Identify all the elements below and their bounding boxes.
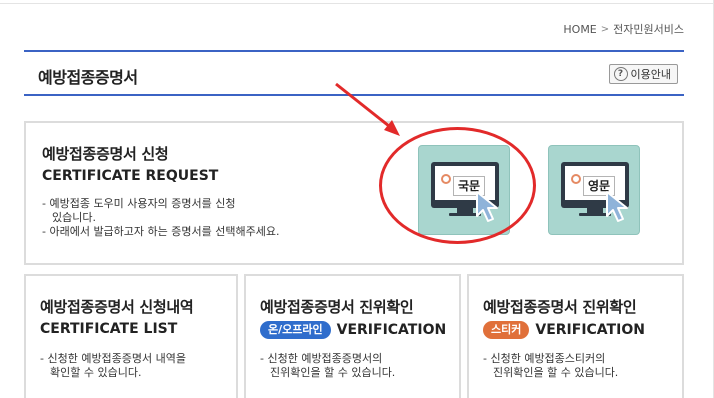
request-desc-line2: - 아래에서 발급하고자 하는 증명서를 선택해주세요. bbox=[42, 225, 280, 238]
page: HOME > 전자민원서비스 예방접종증명서 ? 이용안내 예방접종증명서 신청… bbox=[0, 0, 714, 398]
question-circle-icon: ? bbox=[613, 67, 628, 81]
mouse-cursor-icon bbox=[606, 191, 628, 222]
breadcrumb-home[interactable]: HOME bbox=[563, 23, 596, 36]
card-title-en: CERTIFICATE LIST bbox=[40, 321, 178, 337]
verification-sticker-card[interactable]: 예방접종증명서 진위확인 스티커 VERIFICATION - 신청한 예방접종… bbox=[467, 274, 684, 398]
card-description: - 신청한 예방접종증명서의 진위확인을 할 수 있습니다. bbox=[260, 352, 395, 380]
card-title-ko: 예방접종증명서 신청내역 bbox=[40, 298, 194, 316]
card-title-en: VERIFICATION bbox=[535, 322, 645, 338]
card-description: - 신청한 예방접종스티커의 진위확인을 할 수 있습니다. bbox=[483, 352, 618, 380]
card-desc-line1: - 신청한 예방접종스티커의 bbox=[483, 352, 606, 365]
breadcrumb: HOME > 전자민원서비스 bbox=[563, 21, 684, 37]
breadcrumb-separator: > bbox=[600, 23, 610, 35]
request-description: - 예방접종 도우미 사용자의 증명서를 신청 있습니다. - 아래에서 발급하… bbox=[42, 197, 279, 239]
request-desc-line1b: 있습니다. bbox=[52, 211, 96, 224]
card-desc-line1: - 신청한 예방접종증명서의 bbox=[260, 352, 383, 365]
page-title: 예방접종증명서 bbox=[38, 68, 138, 87]
card-desc-line1: - 신청한 예방접종증명서 내역을 bbox=[40, 352, 187, 365]
card-desc-line2: 진위확인을 할 수 있습니다. bbox=[493, 366, 619, 379]
card-description: - 신청한 예방접종증명서 내역을 확인할 수 있습니다. bbox=[40, 352, 186, 380]
request-desc-line1: - 예방접종 도우미 사용자의 증명서를 신청 bbox=[42, 197, 236, 210]
korean-certificate-button[interactable]: 국문 bbox=[418, 145, 510, 235]
request-title-ko: 예방접종증명서 신청 bbox=[42, 145, 169, 163]
sticker-badge: 스티커 bbox=[483, 321, 530, 339]
card-title-ko: 예방접종증명서 진위확인 bbox=[483, 298, 637, 316]
medal-icon bbox=[571, 174, 581, 184]
guide-button-label: 이용안내 bbox=[630, 68, 671, 81]
card-title-ko: 예방접종증명서 진위확인 bbox=[260, 298, 414, 316]
verification-online-card[interactable]: 예방접종증명서 진위확인 온/오프라인 VERIFICATION - 신청한 예… bbox=[244, 274, 461, 398]
card-desc-line2: 확인할 수 있습니다. bbox=[50, 366, 142, 379]
card-desc-line2: 진위확인을 할 수 있습니다. bbox=[270, 366, 396, 379]
card-title-en: VERIFICATION bbox=[336, 322, 447, 338]
certificate-list-card[interactable]: 예방접종증명서 신청내역 CERTIFICATE LIST - 신청한 예방접종… bbox=[24, 274, 238, 398]
online-offline-badge: 온/오프라인 bbox=[260, 321, 331, 339]
title-bar: 예방접종증명서 ? 이용안내 bbox=[24, 50, 684, 96]
top-divider bbox=[0, 3, 714, 4]
mouse-cursor-icon bbox=[476, 191, 498, 222]
request-title-en: CERTIFICATE REQUEST bbox=[42, 168, 219, 184]
medal-icon bbox=[441, 174, 451, 184]
guide-button[interactable]: ? 이용안내 bbox=[608, 64, 678, 84]
breadcrumb-current[interactable]: 전자민원서비스 bbox=[613, 21, 684, 37]
english-certificate-button[interactable]: 영문 bbox=[548, 145, 640, 235]
